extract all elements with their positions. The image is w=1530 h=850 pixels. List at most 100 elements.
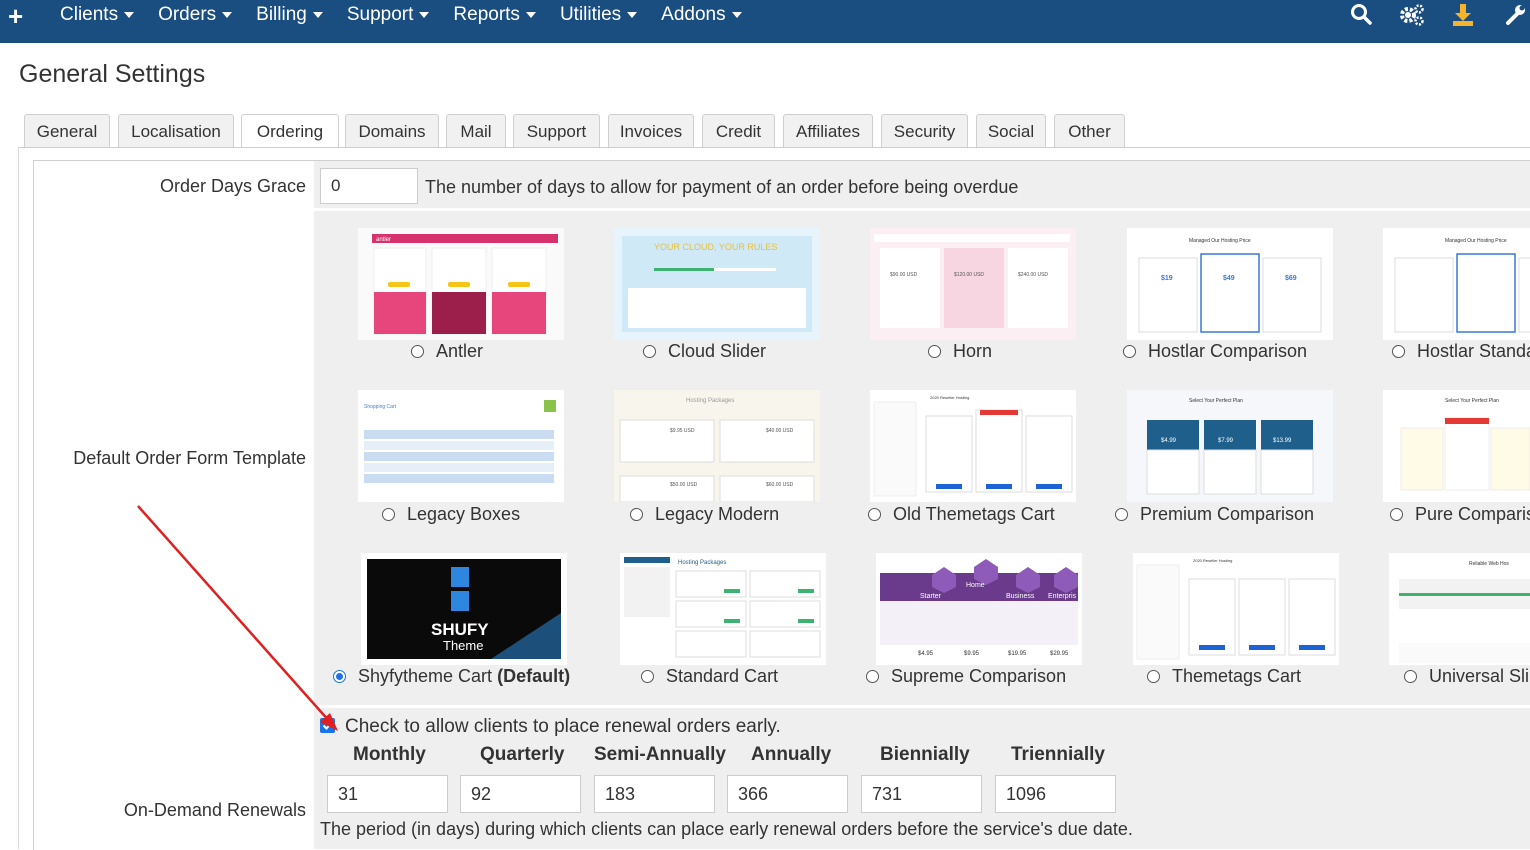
radio-standard-cart[interactable] (641, 670, 654, 683)
svg-text:Select Your Perfect Plan: Select Your Perfect Plan (1189, 398, 1243, 404)
tab-localisation[interactable]: Localisation (118, 114, 234, 147)
radio-horn[interactable] (928, 345, 941, 358)
tab-mail[interactable]: Mail (446, 114, 506, 147)
template-option-supreme-comparison[interactable]: Supreme Comparison (866, 666, 1066, 687)
template-option-shyfytheme[interactable]: Shyfytheme Cart (Default) (333, 666, 570, 687)
template-option-standard-cart[interactable]: Standard Cart (641, 666, 778, 687)
renewals-checkbox[interactable] (320, 718, 335, 733)
antler-logo-text: antler (376, 237, 391, 243)
radio-hostlar-comparison[interactable] (1123, 345, 1136, 358)
menu-reports[interactable]: Reports (441, 0, 548, 30)
tab-other[interactable]: Other (1054, 114, 1125, 147)
label-order-days-grace: Order Days Grace (159, 176, 306, 196)
template-thumb-cloud-slider[interactable]: YOUR CLOUD, YOUR RULES (614, 228, 820, 340)
period-input-annually[interactable] (727, 775, 848, 813)
template-option-universal-slider[interactable]: Universal Sli (1404, 666, 1529, 687)
plus-icon[interactable]: + (8, 2, 23, 30)
radio-themetags-cart[interactable] (1147, 670, 1160, 683)
template-thumb-horn[interactable]: $90.00 USD $120.00 USD $240.00 USD (870, 228, 1076, 340)
radio-universal-slider[interactable] (1404, 670, 1417, 683)
template-thumb-premium-comparison[interactable]: Select Your Perfect Plan $4.99 $7.99 $13… (1127, 390, 1333, 502)
period-input-monthly[interactable] (327, 775, 448, 813)
template-thumb-old-themetags[interactable]: 2020 Reseller Hosting (870, 390, 1076, 502)
template-thumb-hostlar-comparison[interactable]: Managed Our Hosting Price $19 $49 $69 (1127, 228, 1333, 340)
template-option-horn[interactable]: Horn (928, 341, 992, 362)
tab-support[interactable]: Support (513, 114, 600, 147)
radio-supreme-comparison[interactable] (866, 670, 879, 683)
tab-credit[interactable]: Credit (702, 114, 775, 147)
period-input-triennially[interactable] (995, 775, 1116, 813)
menu-support[interactable]: Support (335, 0, 442, 30)
order-days-grace-input[interactable] (320, 168, 418, 204)
tab-ordering[interactable]: Ordering (241, 114, 339, 149)
radio-legacy-modern[interactable] (630, 508, 643, 521)
tab-affiliates[interactable]: Affiliates (783, 114, 873, 147)
template-thumb-legacy-boxes[interactable]: Shopping Cart (358, 390, 564, 502)
gears-icon[interactable] (1398, 2, 1426, 28)
template-option-legacy-boxes[interactable]: Legacy Boxes (382, 504, 520, 525)
template-option-cloud-slider[interactable]: Cloud Slider (643, 341, 766, 362)
template-thumb-themetags-cart[interactable]: 2020 Reseller Hosting (1133, 553, 1339, 665)
template-thumb-hostlar-standard[interactable]: Managed Our Hosting Price (1383, 228, 1530, 340)
tab-general[interactable]: General (24, 114, 110, 147)
template-thumb-standard-cart[interactable]: Hosting Packages (620, 553, 826, 665)
svg-text:$60.00 USD: $60.00 USD (766, 482, 794, 488)
svg-text:$29.95: $29.95 (1050, 651, 1069, 657)
period-input-semi-annually[interactable] (594, 775, 715, 813)
svg-text:Select Your Perfect Plan: Select Your Perfect Plan (1445, 398, 1499, 404)
template-thumb-supreme-comparison[interactable]: Starter Home Business Enterpris $4.95 $9… (876, 553, 1082, 665)
main-menu: Clients Orders Billing Support Reports U… (48, 0, 754, 30)
radio-cloud-slider[interactable] (643, 345, 656, 358)
renewals-checkbox-label[interactable]: Check to allow clients to place renewal … (345, 716, 781, 738)
radio-premium-comparison[interactable] (1115, 508, 1128, 521)
svg-text:$50.00 USD: $50.00 USD (670, 482, 698, 488)
wrench-icon[interactable] (1503, 2, 1527, 28)
caret-down-icon (731, 11, 742, 18)
template-option-hostlar-standard[interactable]: Hostlar Standa (1392, 341, 1530, 362)
radio-pure-comparison[interactable] (1390, 508, 1403, 521)
tab-social[interactable]: Social (976, 114, 1046, 147)
template-option-hostlar-comparison[interactable]: Hostlar Comparison (1123, 341, 1307, 362)
download-icon[interactable] (1451, 2, 1475, 28)
svg-text:$69: $69 (1285, 275, 1297, 282)
template-thumb-pure-comparison[interactable]: Select Your Perfect Plan (1383, 390, 1530, 502)
svg-text:Shopping Cart: Shopping Cart (364, 404, 397, 410)
menu-utilities[interactable]: Utilities (548, 0, 649, 30)
radio-old-themetags[interactable] (868, 508, 881, 521)
menu-addons[interactable]: Addons (649, 0, 753, 30)
template-option-premium-comparison[interactable]: Premium Comparison (1115, 504, 1314, 525)
shufy-logo-sub: Theme (443, 638, 483, 653)
radio-legacy-boxes[interactable] (382, 508, 395, 521)
template-option-old-themetags[interactable]: Old Themetags Cart (868, 504, 1055, 525)
template-thumb-legacy-modern[interactable]: Hosting Packages $9.95 USD $40.00 USD $5… (614, 390, 820, 502)
period-label-biennially: Biennially (880, 744, 970, 765)
template-option-pure-comparison[interactable]: Pure Comparis (1390, 504, 1530, 525)
tab-security[interactable]: Security (881, 114, 968, 147)
template-option-legacy-modern[interactable]: Legacy Modern (630, 504, 779, 525)
period-label-quarterly: Quarterly (480, 744, 565, 765)
tab-domains[interactable]: Domains (345, 114, 439, 147)
template-option-themetags-cart[interactable]: Themetags Cart (1147, 666, 1301, 687)
period-label-annually: Annually (751, 744, 832, 765)
label-default-order-form: Default Order Form Template (73, 448, 306, 468)
period-input-biennially[interactable] (861, 775, 982, 813)
menu-billing[interactable]: Billing (244, 0, 335, 30)
period-input-quarterly[interactable] (460, 775, 581, 813)
template-thumb-antler[interactable]: antler (358, 228, 564, 340)
template-thumb-universal-slider[interactable]: Reliable Web Hos (1389, 553, 1530, 665)
template-option-antler[interactable]: Antler (411, 341, 483, 362)
radio-shyfytheme[interactable] (333, 670, 346, 683)
svg-text:$7.99: $7.99 (1218, 438, 1234, 444)
radio-antler[interactable] (411, 345, 424, 358)
menu-orders[interactable]: Orders (146, 0, 244, 30)
svg-text:$13.99: $13.99 (1273, 438, 1292, 444)
caret-down-icon (312, 11, 323, 18)
radio-hostlar-standard[interactable] (1392, 345, 1405, 358)
svg-text:$90.00 USD: $90.00 USD (890, 272, 918, 278)
svg-text:Managed Our Hosting Price: Managed Our Hosting Price (1189, 238, 1251, 244)
template-thumb-shyfytheme[interactable]: SHUFY Theme (361, 553, 567, 665)
svg-text:2020 Reseller Hosting: 2020 Reseller Hosting (930, 395, 969, 400)
menu-clients[interactable]: Clients (48, 0, 146, 30)
search-icon[interactable] (1350, 2, 1374, 28)
tab-invoices[interactable]: Invoices (608, 114, 694, 147)
